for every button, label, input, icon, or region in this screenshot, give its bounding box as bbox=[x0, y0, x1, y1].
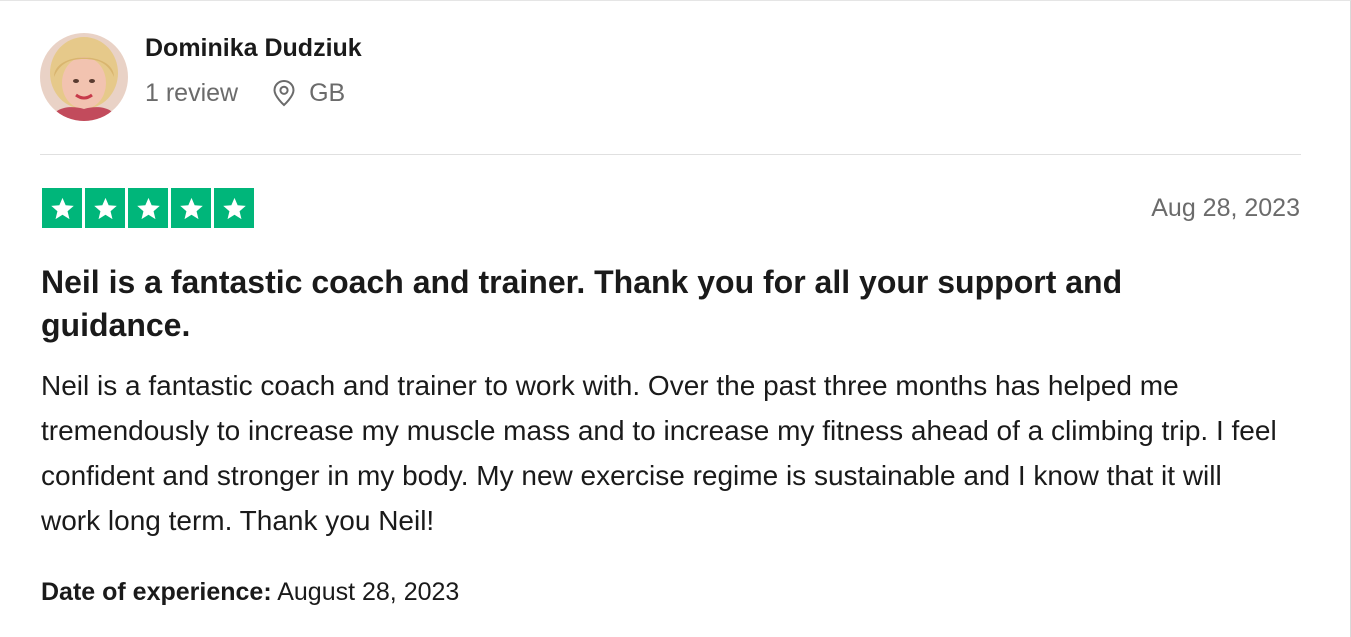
country-code: GB bbox=[309, 78, 346, 107]
review-card: Dominika Dudziuk 1 review GB Aug 28, 202… bbox=[0, 0, 1351, 637]
review-title[interactable]: Neil is a fantastic coach and trainer. T… bbox=[41, 261, 1261, 347]
star-icon bbox=[85, 188, 125, 228]
experience-label: Date of experience: bbox=[41, 578, 272, 606]
date-of-experience: Date of experience: August 28, 2023 bbox=[41, 577, 459, 607]
experience-date: August 28, 2023 bbox=[277, 578, 460, 606]
reviewer-name[interactable]: Dominika Dudziuk bbox=[145, 33, 362, 63]
location-pin-icon bbox=[273, 79, 295, 106]
reviewer-header: Dominika Dudziuk 1 review GB bbox=[40, 33, 362, 121]
avatar[interactable] bbox=[40, 33, 128, 121]
star-icon bbox=[214, 188, 254, 228]
review-date: Aug 28, 2023 bbox=[1151, 194, 1300, 222]
star-rating bbox=[42, 188, 254, 228]
reviewer-meta: 1 review GB bbox=[145, 78, 362, 108]
review-body: Neil is a fantastic coach and trainer to… bbox=[41, 370, 1277, 536]
star-icon bbox=[42, 188, 82, 228]
reviewer-info: Dominika Dudziuk 1 review GB bbox=[145, 34, 362, 108]
reviewer-location: GB bbox=[272, 78, 345, 108]
review-count[interactable]: 1 review bbox=[145, 78, 238, 108]
divider bbox=[40, 154, 1301, 155]
avatar-photo-icon bbox=[40, 33, 128, 121]
star-icon bbox=[128, 188, 168, 228]
star-icon bbox=[171, 188, 211, 228]
